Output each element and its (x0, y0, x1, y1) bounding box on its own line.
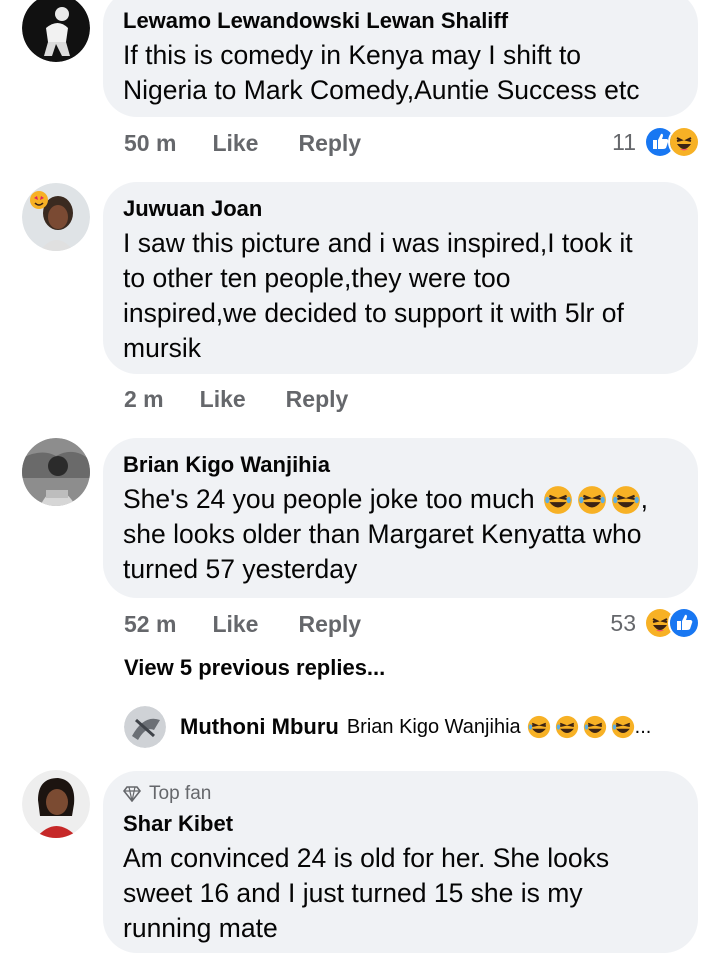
comment-text-line: she looks older than Margaret Kenyatta w… (123, 519, 642, 549)
laughing-emoji-icon (583, 715, 606, 739)
laughing-emoji-group (527, 715, 635, 739)
comment-author[interactable]: Lewamo Lewandowski Lewan Shaliff (123, 4, 678, 38)
reaction-summary[interactable]: 11 (612, 126, 700, 158)
laughing-emoji-icon (527, 715, 550, 739)
reaction-count: 11 (612, 128, 636, 155)
comment-text-line: Am convinced 24 is old for her. She look… (123, 843, 610, 873)
reaction-summary[interactable]: 53 (610, 607, 700, 639)
comment-actions: 50 m Like Reply (124, 130, 361, 157)
comment-bubble: Lewamo Lewandowski Lewan Shaliff If this… (103, 0, 698, 117)
comment-author[interactable]: Shar Kibet (123, 807, 678, 841)
comment-text-line: inspired,we decided to support it with 5… (123, 298, 624, 328)
avatar[interactable] (124, 706, 166, 748)
laughing-emoji-icon (577, 485, 606, 514)
comment-bubble: Top fan Shar Kibet Am convinced 24 is ol… (103, 771, 698, 953)
like-button[interactable]: Like (212, 611, 258, 638)
like-button[interactable]: Like (212, 130, 258, 157)
comment-text-line: to other ten people,they were too (123, 263, 511, 293)
view-previous-replies-link[interactable]: View 5 previous replies... (124, 655, 385, 681)
comment-author[interactable]: Juwuan Joan (123, 192, 678, 226)
reply-button[interactable]: Reply (298, 611, 361, 638)
like-icon (668, 607, 700, 639)
comment-text-line: Nigeria to Mark Comedy,Auntie Success et… (123, 75, 640, 105)
comment-text-line: running mate (123, 913, 278, 943)
top-fan-badge: Top fan (123, 781, 678, 807)
comment-text-line: sweet 16 and I just turned 15 she is my (123, 878, 583, 908)
reply-mention[interactable]: Brian Kigo Wanjihia (347, 716, 521, 739)
diamond-icon (123, 786, 141, 802)
haha-icon (668, 126, 700, 158)
comment-author[interactable]: Brian Kigo Wanjihia (123, 448, 678, 482)
comment-text-segment: , (640, 484, 649, 514)
avatar[interactable] (22, 0, 90, 62)
reply-button[interactable]: Reply (286, 386, 349, 413)
laughing-emoji-icon (611, 715, 634, 739)
reply-preview[interactable]: Muthoni Mburu Brian Kigo Wanjihia ... (124, 706, 651, 748)
avatar[interactable] (22, 770, 90, 838)
avatar[interactable] (22, 183, 90, 251)
reply-author[interactable]: Muthoni Mburu (180, 714, 339, 740)
reply-button[interactable]: Reply (298, 130, 361, 157)
laughing-emoji-icon (555, 715, 578, 739)
comment-text-line: She's 24 you people joke too much , (123, 482, 678, 517)
reaction-count: 53 (610, 609, 636, 636)
comment-text-line: turned 57 yesterday (123, 554, 358, 584)
like-button[interactable]: Like (200, 386, 246, 413)
comment-bubble: Brian Kigo Wanjihia She's 24 you people … (103, 438, 698, 598)
badge-label: Top fan (149, 783, 212, 804)
comment-text-line: mursik (123, 333, 202, 363)
laughing-emoji-group (543, 485, 641, 515)
comment-bubble: Juwuan Joan I saw this picture and i was… (103, 182, 698, 374)
comment-text-line: If this is comedy in Kenya may I shift t… (123, 40, 582, 70)
laughing-emoji-icon (543, 485, 572, 514)
reply-text: Brian Kigo Wanjihia ... (347, 715, 651, 739)
comment-text-segment: She's 24 you people joke too much (123, 484, 535, 514)
comments-feed: Lewamo Lewandowski Lewan Shaliff If this… (0, 0, 720, 964)
comment-timestamp[interactable]: 2 m (124, 386, 164, 413)
comment-timestamp[interactable]: 50 m (124, 130, 176, 157)
laughing-emoji-icon (611, 485, 640, 514)
comment-text-line: I saw this picture and i was inspired,I … (123, 228, 633, 258)
comment-timestamp[interactable]: 52 m (124, 611, 176, 638)
comment-actions: 2 m Like Reply (124, 386, 348, 413)
comment-actions: 52 m Like Reply (124, 611, 361, 638)
reply-ellipsis: ... (634, 715, 652, 738)
avatar[interactable] (22, 438, 90, 506)
